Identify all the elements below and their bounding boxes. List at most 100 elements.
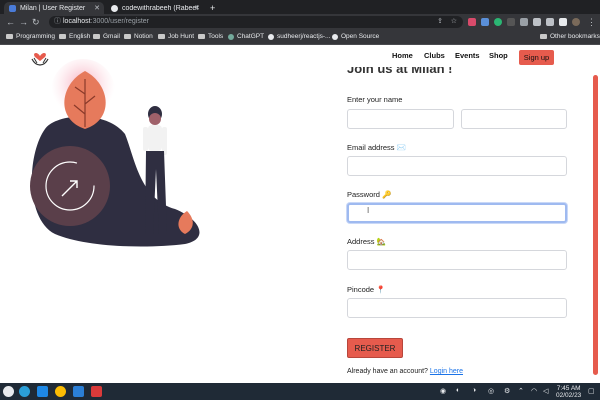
bookmark-chatgpt[interactable]: ChatGPT	[228, 33, 264, 40]
taskbar: ◉ ◐ ◑ ◎ ⚙ ⌃ ◠ ◁ 7:45 AM 02/02/23 ▢	[0, 383, 600, 400]
register-button[interactable]: REGISTER	[347, 338, 403, 358]
chrome-icon[interactable]	[55, 386, 66, 397]
extension-icon[interactable]	[507, 18, 515, 26]
close-tab-icon[interactable]: ✕	[194, 4, 200, 12]
forward-icon[interactable]: →	[19, 17, 28, 27]
system-icon[interactable]	[19, 386, 30, 397]
address-label: Address 🏡	[347, 237, 386, 246]
tray-icon[interactable]: ◐	[456, 387, 460, 394]
share-icon[interactable]: ⇪	[437, 16, 443, 28]
bookmark-english[interactable]: English	[59, 33, 90, 40]
pincode-label: Pincode 📍	[347, 285, 386, 294]
wifi-icon[interactable]: ◠	[531, 387, 537, 395]
circle-shape	[30, 146, 110, 226]
scrollbar[interactable]	[593, 75, 598, 375]
date: 02/02/23	[556, 392, 582, 399]
github-icon	[111, 4, 118, 12]
tab-codewithrabeeh[interactable]: codewithrabeeh (Rabeeh Eb ✕	[106, 2, 204, 14]
tray-icon[interactable]: ◑	[472, 387, 476, 394]
bookmark-notion[interactable]: Notion	[124, 33, 153, 40]
nav-home[interactable]: Home	[392, 51, 413, 60]
file-manager-icon[interactable]	[37, 386, 48, 397]
address-field[interactable]	[347, 250, 567, 270]
login-link[interactable]: Login here	[430, 368, 463, 375]
nav-events[interactable]: Events	[455, 51, 480, 60]
profile-avatar[interactable]	[572, 18, 580, 26]
nav-clubs[interactable]: Clubs	[424, 51, 445, 60]
github-icon	[332, 33, 338, 40]
url-path: :3000/user/register	[90, 18, 150, 25]
hero-illustration	[30, 59, 200, 247]
password-label: Password 🔑	[347, 190, 392, 199]
bookmark-sudheerj[interactable]: sudheerj/reactjs-...	[268, 33, 330, 40]
last-name-input[interactable]	[461, 109, 567, 129]
bookmarks-bar: Programming English Gmail Notion Job Hun…	[0, 30, 600, 45]
address-toolbar: ← → ↻ ⓘ localhost:3000/user/register ⇪ ☆…	[0, 14, 600, 30]
github-icon	[268, 33, 274, 40]
tab-favicon-icon	[9, 4, 16, 12]
folder-icon	[198, 34, 205, 39]
eye-icon[interactable]	[533, 18, 541, 26]
menu-icon[interactable]: ⋮	[587, 17, 596, 27]
bookmark-job-hunt[interactable]: Job Hunt	[158, 33, 194, 40]
email-label: Email address ✉️	[347, 143, 406, 152]
bookmark-open-source[interactable]: Open Source	[332, 33, 379, 40]
app-icon[interactable]	[91, 386, 102, 397]
pincode-field[interactable]	[347, 298, 567, 318]
first-name-input[interactable]	[347, 109, 454, 129]
email-field[interactable]	[347, 156, 567, 176]
bookmark-label: English	[69, 33, 91, 40]
bookmark-label: Notion	[134, 33, 153, 40]
bookmark-label: ChatGPT	[237, 33, 265, 40]
folder-icon	[93, 34, 100, 39]
extension-icon[interactable]	[481, 18, 489, 26]
time: 7:45 AM	[556, 385, 581, 392]
folder-icon	[158, 34, 165, 39]
signup-button[interactable]: Sign up	[519, 50, 554, 65]
puzzle-icon[interactable]	[546, 18, 554, 26]
chrome-tray-icon[interactable]: ◉	[440, 387, 446, 395]
browser-chrome: Milan | User Register ✕ codewithrabeeh (…	[0, 0, 600, 45]
folder-icon	[6, 34, 13, 39]
already-text: Already have an account?	[347, 368, 428, 375]
bookmark-label: Other bookmarks	[550, 33, 600, 40]
bookmark-star-icon[interactable]: ☆	[451, 16, 457, 28]
chatgpt-icon	[228, 33, 234, 40]
settings-icon[interactable]: ⚙	[504, 387, 510, 395]
close-tab-icon[interactable]: ✕	[94, 4, 100, 12]
volume-icon[interactable]: ◁	[543, 387, 548, 395]
tab-milan-register[interactable]: Milan | User Register ✕	[4, 2, 104, 14]
extension-icon[interactable]	[494, 18, 502, 26]
url-host: localhost	[63, 18, 91, 25]
back-icon[interactable]: ←	[6, 17, 15, 27]
name-label: Enter your name	[347, 95, 403, 104]
url-bar[interactable]: ⓘ localhost:3000/user/register ⇪ ☆	[49, 16, 463, 28]
bookmark-gmail[interactable]: Gmail	[93, 33, 120, 40]
bookmark-label: sudheerj/reactjs-...	[277, 33, 331, 40]
nav-shop[interactable]: Shop	[489, 51, 508, 60]
bookmark-tools[interactable]: Tools	[198, 33, 223, 40]
other-bookmarks[interactable]: Other bookmarks	[540, 33, 600, 40]
extension-icon[interactable]	[468, 18, 476, 26]
bookmark-programming[interactable]: Programming	[6, 33, 55, 40]
info-icon[interactable]: ⓘ	[54, 16, 61, 28]
folder-icon	[124, 34, 131, 39]
steam-icon[interactable]: ◎	[488, 387, 494, 395]
password-field[interactable]: I	[347, 203, 567, 223]
tab-title: codewithrabeeh (Rabeeh Eb	[122, 4, 198, 12]
expand-tray-icon[interactable]: ⌃	[518, 387, 524, 395]
sidebar-icon[interactable]	[559, 18, 567, 26]
reload-icon[interactable]: ↻	[32, 17, 40, 27]
page-title: Join us at Milan !	[347, 61, 453, 76]
tab-strip: Milan | User Register ✕ codewithrabeeh (…	[0, 0, 600, 14]
bookmark-label: Gmail	[103, 33, 120, 40]
text-cursor-icon: I	[367, 206, 370, 215]
clock[interactable]: 7:45 AM 02/02/23	[556, 385, 581, 399]
bookmark-label: Open Source	[341, 33, 380, 40]
notification-icon[interactable]: ▢	[588, 387, 595, 395]
start-menu-icon[interactable]	[3, 386, 14, 397]
new-tab-button[interactable]: +	[205, 2, 217, 14]
vscode-icon[interactable]	[73, 386, 84, 397]
extension-icon[interactable]	[520, 18, 528, 26]
tab-title: Milan | User Register	[20, 4, 86, 12]
